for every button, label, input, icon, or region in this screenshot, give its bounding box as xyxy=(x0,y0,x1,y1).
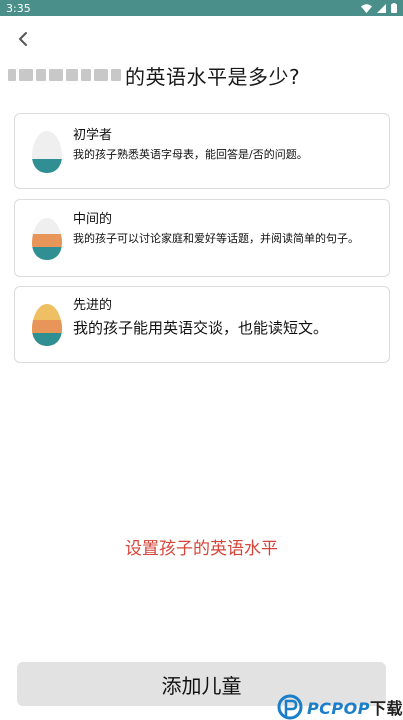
egg-level-icon xyxy=(32,131,62,173)
level-card-advanced[interactable]: 先进的 我的孩子能用英语交谈，也能读短文。 xyxy=(14,286,390,363)
level-card-intermediate[interactable]: 中间的 我的孩子可以讨论家庭和爱好等话题，并阅读简单的句子。 xyxy=(14,199,390,277)
wifi-icon xyxy=(361,3,372,13)
level-description: 我的孩子能用英语交谈，也能读短文。 xyxy=(73,319,329,337)
status-time: 3:35 xyxy=(6,1,31,15)
egg-level-icon xyxy=(32,304,62,346)
status-icons xyxy=(361,3,397,13)
set-english-level-link[interactable]: 设置孩子的英语水平 xyxy=(0,534,403,559)
status-bar: 3:35 xyxy=(0,0,403,16)
level-card-beginner[interactable]: 初学者 我的孩子熟悉英语字母表，能回答是/否的问题。 xyxy=(14,113,390,189)
pcpop-logo-icon xyxy=(277,694,303,720)
watermark: PCPOP下载 xyxy=(277,694,403,720)
level-title: 先进的 xyxy=(73,298,113,313)
battery-icon xyxy=(391,3,397,13)
blurred-child-name xyxy=(8,69,121,81)
signal-icon xyxy=(377,3,386,13)
level-title: 中间的 xyxy=(73,212,113,227)
page-title: 的英语水平是多少? xyxy=(125,64,301,89)
watermark-text: PCPOP下载 xyxy=(306,699,403,718)
level-description: 我的孩子熟悉英语字母表，能回答是/否的问题。 xyxy=(73,148,308,161)
chevron-left-icon xyxy=(19,32,27,46)
level-title: 初学者 xyxy=(73,128,113,143)
page-title-row: 的英语水平是多少? xyxy=(8,60,300,90)
egg-level-icon xyxy=(32,218,62,260)
back-button[interactable] xyxy=(12,28,34,50)
level-description: 我的孩子可以讨论家庭和爱好等话题，并阅读简单的句子。 xyxy=(73,232,359,245)
